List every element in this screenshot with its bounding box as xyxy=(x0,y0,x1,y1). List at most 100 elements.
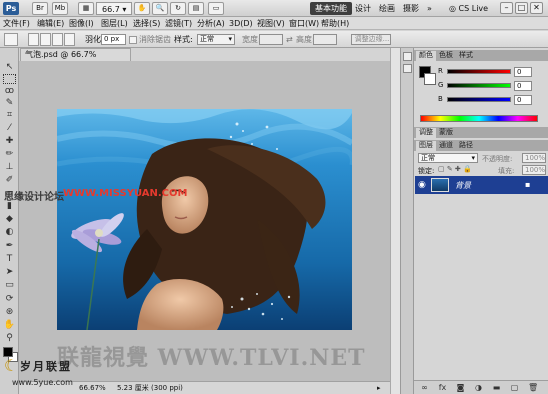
tab-masks[interactable]: 蒙版 xyxy=(436,128,456,138)
mini-bridge-button[interactable]: Mb xyxy=(52,2,68,15)
document-tab[interactable]: 气泡.psd @ 66.7%(RGB/8*) × xyxy=(20,48,131,71)
menu-select[interactable]: 选择(S) xyxy=(133,18,160,29)
link-layers-icon[interactable]: ∞ xyxy=(420,383,429,392)
blend-mode-select[interactable]: 正常 ▾ xyxy=(418,153,478,163)
new-selection-icon[interactable] xyxy=(28,33,39,46)
new-group-icon[interactable]: ▬ xyxy=(492,383,501,392)
menu-3d[interactable]: 3D(D) xyxy=(229,18,253,29)
fill-label: 填充: xyxy=(498,167,515,175)
tool-preset-picker[interactable] xyxy=(4,33,18,46)
opacity-input[interactable]: 100% xyxy=(522,153,546,163)
antialias-checkbox[interactable] xyxy=(129,36,137,44)
menu-filter[interactable]: 滤镜(T) xyxy=(165,18,192,29)
tab-channels[interactable]: 通道 xyxy=(436,141,456,151)
menu-file[interactable]: 文件(F) xyxy=(3,18,30,29)
lock-icons[interactable]: ▢ ✎ ✚ 🔒 xyxy=(438,165,472,173)
feather-input[interactable]: 0 px xyxy=(101,34,126,45)
menu-view[interactable]: 视图(V) xyxy=(257,18,285,29)
type-tool-icon[interactable]: T xyxy=(3,254,16,264)
menu-window[interactable]: 窗口(W) xyxy=(289,18,319,29)
tab-paths[interactable]: 路径 xyxy=(456,141,476,151)
clone-stamp-tool-icon[interactable]: ⊥ xyxy=(3,162,16,172)
dodge-tool-icon[interactable]: ◐ xyxy=(3,227,16,237)
blue-slider[interactable] xyxy=(447,97,511,102)
tab-swatches[interactable]: 色板 xyxy=(436,51,456,61)
fill-input[interactable]: 100% xyxy=(522,165,546,175)
menu-layer[interactable]: 图层(L) xyxy=(101,18,128,29)
zoom-tool-icon[interactable]: ⚲ xyxy=(3,333,16,343)
arrange-documents-button[interactable]: ▤ xyxy=(188,2,204,15)
zoom-tool-button[interactable]: 🔍 xyxy=(152,2,168,15)
lasso-tool-icon[interactable]: ꝏ xyxy=(3,86,16,96)
refine-edge-button[interactable]: 调整边缘... xyxy=(351,34,391,45)
workspace-essentials[interactable]: 基本功能 xyxy=(310,2,352,15)
rotate-view-button[interactable]: ↻ xyxy=(170,2,186,15)
layer-row-background[interactable]: ◉ 背景 ▪ xyxy=(415,176,548,194)
move-tool-icon[interactable]: ↖ xyxy=(3,62,16,72)
status-arrow-icon[interactable]: ▸ xyxy=(377,383,381,394)
blur-tool-icon[interactable]: ◆ xyxy=(3,214,16,224)
path-selection-tool-icon[interactable]: ➤ xyxy=(3,267,16,277)
history-brush-tool-icon[interactable]: ✐ xyxy=(3,175,16,185)
bridge-button[interactable]: Br xyxy=(32,2,48,15)
shape-tool-icon[interactable]: ▭ xyxy=(3,280,16,290)
adjustment-panel-tabs: 调整 蒙版 xyxy=(414,127,548,138)
workspace-painting[interactable]: 绘画 xyxy=(374,2,400,15)
view-extras-button[interactable]: ▦ xyxy=(78,2,94,15)
workspace-design[interactable]: 设计 xyxy=(350,2,376,15)
maximize-button[interactable]: □ xyxy=(515,2,528,14)
cs-live-button[interactable]: ◎ CS Live xyxy=(449,2,488,15)
green-slider[interactable] xyxy=(447,83,511,88)
hand-tool-button[interactable]: ✋ xyxy=(134,2,150,15)
color-background-swatch[interactable] xyxy=(424,73,436,85)
eyedropper-tool-icon[interactable]: ⁄ xyxy=(3,123,16,133)
swap-icon[interactable]: ⇄ xyxy=(286,34,293,45)
marquee-tool-icon[interactable] xyxy=(3,74,16,84)
layer-name: 背景 xyxy=(455,181,471,190)
subtract-selection-icon[interactable] xyxy=(52,33,63,46)
vertical-scrollbar[interactable] xyxy=(390,48,400,394)
menu-help[interactable]: 帮助(H) xyxy=(321,18,349,29)
workspace-photography[interactable]: 摄影 xyxy=(398,2,424,15)
menu-edit[interactable]: 编辑(E) xyxy=(37,18,64,29)
height-input[interactable] xyxy=(313,34,337,45)
history-panel-icon[interactable] xyxy=(403,52,412,61)
menu-image[interactable]: 图像(I) xyxy=(69,18,94,29)
width-input[interactable] xyxy=(259,34,283,45)
pen-tool-icon[interactable]: ✒ xyxy=(3,241,16,251)
info-panel-icon[interactable] xyxy=(403,64,412,73)
add-selection-icon[interactable] xyxy=(40,33,51,46)
color-spectrum-bar[interactable] xyxy=(420,115,538,122)
menu-analysis[interactable]: 分析(A) xyxy=(197,18,225,29)
minimize-button[interactable]: – xyxy=(500,2,513,14)
layer-style-icon[interactable]: fx xyxy=(438,383,447,392)
3d-rotate-tool-icon[interactable]: ⟳ xyxy=(3,294,16,304)
brush-tool-icon[interactable]: ✏ xyxy=(3,149,16,159)
tab-adjustments[interactable]: 调整 xyxy=(416,128,436,138)
blue-value-input[interactable]: 0 xyxy=(514,95,532,105)
intersect-selection-icon[interactable] xyxy=(64,33,75,46)
hand-tool-icon[interactable]: ✋ xyxy=(3,320,16,330)
delete-layer-icon[interactable]: 🗑 xyxy=(528,383,538,392)
adjustment-layer-icon[interactable]: ◑ xyxy=(474,383,483,392)
style-select[interactable]: 正常 ▾ xyxy=(197,34,235,45)
screen-mode-button[interactable]: ▭ xyxy=(208,2,224,15)
red-slider[interactable] xyxy=(447,69,511,74)
3d-orbit-tool-icon[interactable]: ⊛ xyxy=(3,307,16,317)
crop-tool-icon[interactable]: ⌗ xyxy=(3,110,16,120)
close-button[interactable]: ✕ xyxy=(530,2,543,14)
new-layer-icon[interactable]: ▢ xyxy=(510,383,519,392)
color-panel-tabs: 颜色 色板 样式 xyxy=(414,50,548,61)
quick-select-tool-icon[interactable]: ✎ xyxy=(3,98,16,108)
red-value-input[interactable]: 0 xyxy=(514,67,532,77)
healing-brush-tool-icon[interactable]: ✚ xyxy=(3,136,16,146)
tab-color[interactable]: 颜色 xyxy=(416,51,436,61)
green-value-input[interactable]: 0 xyxy=(514,81,532,91)
add-mask-icon[interactable]: ◙ xyxy=(456,383,465,392)
tab-styles[interactable]: 样式 xyxy=(456,51,476,61)
opacity-label: 不透明度: xyxy=(482,155,513,163)
visibility-eye-icon[interactable]: ◉ xyxy=(418,180,426,190)
tab-layers[interactable]: 图层 xyxy=(416,141,436,151)
workspace-more[interactable]: » xyxy=(422,2,437,15)
zoom-level-select[interactable]: 66.7 ▾ xyxy=(96,2,133,15)
